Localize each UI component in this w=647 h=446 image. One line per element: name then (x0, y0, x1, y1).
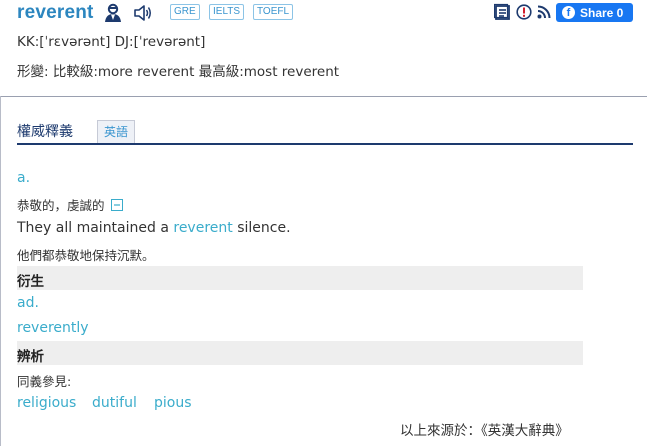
example-keyword-link[interactable]: reverent (173, 220, 232, 236)
analysis-label: 辨析 (17, 349, 44, 365)
collapse-icon[interactable] (110, 198, 123, 211)
inflection: 形變: 比較級:more reverent 最高級:most reverent (17, 64, 340, 80)
definition-meaning: 恭敬的，虔誠的 (17, 198, 105, 213)
report-icon[interactable] (516, 4, 532, 20)
example-sentence: They all maintained a reverent silence. (17, 220, 291, 236)
example-text-before: They all maintained a (17, 220, 174, 236)
synonym-link-religious[interactable]: religious (17, 395, 76, 411)
synonym-link-dutiful[interactable]: dutiful (92, 395, 137, 411)
exam-tag-gre[interactable]: GRE (170, 4, 200, 20)
example-translation: 他們都恭敬地保持沉默。 (17, 248, 155, 263)
add-to-list-icon[interactable] (494, 3, 512, 21)
synonym-link-pious[interactable]: pious (154, 395, 192, 411)
part-of-speech: a. (17, 170, 31, 186)
facebook-icon: f (562, 6, 575, 19)
speaker-icon[interactable] (133, 4, 153, 22)
derivation-word-link[interactable]: reverently (17, 320, 89, 336)
content-left-border (0, 96, 1, 446)
section-title: 權威釋義 (17, 124, 73, 140)
facebook-share-button[interactable]: f Share 0 (556, 3, 633, 22)
pronunciation: KK:[ˈrɛvərənt] DJ:[ˈrevərənt] (17, 34, 206, 50)
definition-meaning-row: 恭敬的，虔誠的 (17, 195, 123, 214)
header-divider (0, 96, 647, 97)
section-rule (17, 143, 633, 145)
source-attribution: 以上來源於：《英漢大辭典》 (400, 423, 569, 439)
see-also-label: 同義參見: (17, 374, 72, 389)
example-text-after: silence. (232, 220, 291, 236)
exam-tag-toefl[interactable]: TOEFL (253, 4, 294, 20)
share-label: Share 0 (580, 5, 624, 20)
derivation-label: 衍生 (17, 274, 44, 290)
tab-english[interactable]: 英語 (97, 120, 136, 143)
person-icon[interactable] (103, 3, 123, 23)
rss-icon[interactable] (537, 5, 551, 19)
exam-tag-ielts[interactable]: IELTS (209, 4, 245, 20)
derivation-band (17, 266, 583, 290)
headword: reverent (17, 2, 94, 23)
derivation-pos: ad. (17, 295, 39, 311)
analysis-band (17, 341, 583, 365)
